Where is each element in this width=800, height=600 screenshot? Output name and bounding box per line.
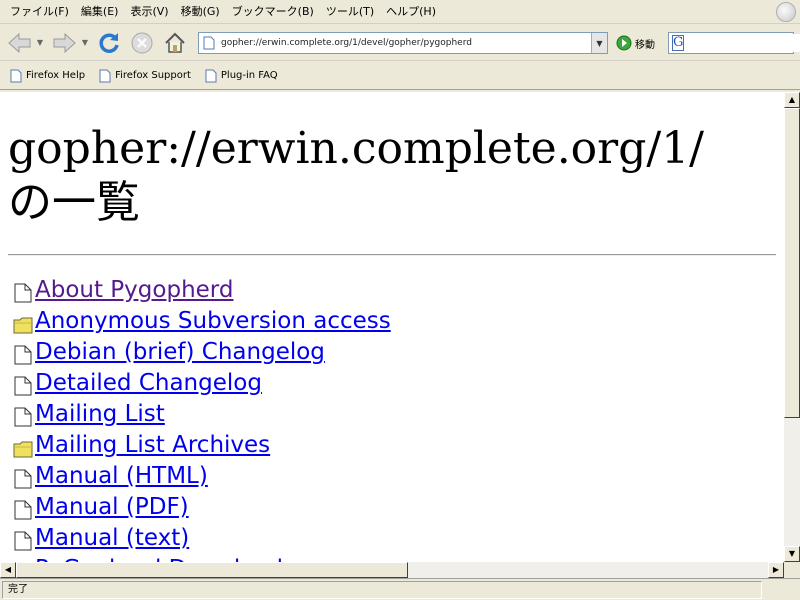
search-input[interactable] <box>688 34 800 52</box>
menu-go[interactable]: 移動(G) <box>175 2 226 22</box>
status-bar: 完了 <box>0 578 800 600</box>
gopher-link[interactable]: Mailing List Archives <box>35 432 270 458</box>
horizontal-scroll-thumb[interactable] <box>16 562 408 578</box>
reload-button[interactable] <box>95 28 123 58</box>
page-icon <box>99 69 111 82</box>
back-arrow-icon <box>8 32 31 54</box>
document-icon <box>12 281 34 303</box>
page-icon <box>203 36 215 50</box>
stop-icon <box>131 32 153 54</box>
url-bar: ▼ <box>198 32 608 54</box>
horizontal-rule <box>8 254 776 256</box>
gopher-link[interactable]: Anonymous Subversion access <box>35 308 391 334</box>
vertical-scroll-thumb[interactable] <box>784 108 800 418</box>
gopher-menu-list: About Pygopherd Anonymous Subversion acce… <box>12 272 391 562</box>
gopher-link[interactable]: Manual (text) <box>35 525 189 551</box>
list-item: Manual (PDF) <box>12 489 391 520</box>
status-text: 完了 <box>2 581 762 599</box>
document-icon <box>12 467 34 489</box>
list-item: Mailing List Archives <box>12 427 391 458</box>
page-icon <box>10 69 22 82</box>
home-button[interactable] <box>161 28 189 58</box>
gopher-link[interactable]: Manual (HTML) <box>35 463 208 489</box>
bookmark-plugin-faq[interactable]: Plug-in FAQ <box>203 65 280 87</box>
document-icon <box>12 529 34 551</box>
url-input[interactable] <box>215 34 591 52</box>
menu-edit[interactable]: 編集(E) <box>75 2 125 22</box>
forward-history-dropdown[interactable]: ▼ <box>80 28 90 58</box>
folder-icon <box>12 436 34 458</box>
go-label: 移動 <box>635 39 655 51</box>
vertical-scrollbar[interactable]: ▲ ▼ <box>784 92 800 562</box>
folder-icon <box>12 312 34 334</box>
page-content: gopher://erwin.complete.org/1/ の一覧 About… <box>0 92 784 562</box>
bookmark-firefox-help[interactable]: Firefox Help <box>8 65 87 87</box>
url-dropdown-button[interactable]: ▼ <box>591 33 607 53</box>
list-item: Manual (HTML) <box>12 458 391 489</box>
list-item: Manual (text) <box>12 520 391 551</box>
menu-bookmarks[interactable]: ブックマーク(B) <box>226 2 320 22</box>
navigation-toolbar: ▼ ▼ ▼ 移動 <box>0 25 800 61</box>
scroll-right-button[interactable]: ▶ <box>768 562 784 578</box>
forward-arrow-icon <box>53 32 76 54</box>
list-item: Mailing List <box>12 396 391 427</box>
document-icon <box>12 405 34 427</box>
gopher-link[interactable]: About Pygopherd <box>35 277 233 303</box>
horizontal-scrollbar[interactable]: ◀ ▶ <box>0 562 784 578</box>
menu-tools[interactable]: ツール(T) <box>320 2 380 22</box>
list-item: About Pygopherd <box>12 272 391 303</box>
activity-throbber-icon <box>776 2 796 22</box>
gopher-link[interactable]: Mailing List <box>35 401 165 427</box>
scroll-down-button[interactable]: ▼ <box>784 546 800 562</box>
stop-button[interactable] <box>128 28 156 58</box>
bookmark-firefox-support[interactable]: Firefox Support <box>97 65 193 87</box>
back-history-dropdown[interactable]: ▼ <box>35 28 45 58</box>
back-button[interactable] <box>6 28 34 58</box>
page-icon <box>205 69 217 82</box>
document-icon <box>12 498 34 520</box>
menu-help[interactable]: ヘルプ(H) <box>380 2 442 22</box>
menu-bar: ファイル(F) 編集(E) 表示(V) 移動(G) ブックマーク(B) ツール(… <box>0 0 800 24</box>
list-item: Detailed Changelog <box>12 365 391 396</box>
reload-icon <box>99 33 119 53</box>
scroll-up-button[interactable]: ▲ <box>784 92 800 108</box>
home-icon <box>165 32 185 53</box>
gopher-link[interactable]: Manual (PDF) <box>35 494 189 520</box>
scroll-left-button[interactable]: ◀ <box>0 562 16 578</box>
document-icon <box>12 343 34 365</box>
menu-file[interactable]: ファイル(F) <box>4 2 75 22</box>
forward-button[interactable] <box>50 28 78 58</box>
bookmark-label: Plug-in FAQ <box>220 70 278 81</box>
gopher-link[interactable]: Detailed Changelog <box>35 370 262 396</box>
gopher-link[interactable]: Debian (brief) Changelog <box>35 339 325 365</box>
list-item: Anonymous Subversion access <box>12 303 391 334</box>
menu-view[interactable]: 表示(V) <box>124 2 174 22</box>
document-icon <box>12 374 34 396</box>
bookmark-label: Firefox Help <box>26 70 86 81</box>
search-box: G <box>668 32 800 54</box>
list-item: PyGopherd Downloads <box>12 551 391 562</box>
scrollbar-corner <box>784 562 800 578</box>
page-title: gopher://erwin.complete.org/1/ の一覧 <box>8 123 705 228</box>
go-arrow-icon <box>616 35 632 51</box>
bookmarks-toolbar: Firefox Help Firefox Support Plug-in FAQ <box>0 62 800 90</box>
go-button[interactable]: 移動 <box>616 34 655 52</box>
search-engine-logo-icon[interactable]: G <box>672 35 685 51</box>
list-item: Debian (brief) Changelog <box>12 334 391 365</box>
bookmark-label: Firefox Support <box>115 70 191 81</box>
